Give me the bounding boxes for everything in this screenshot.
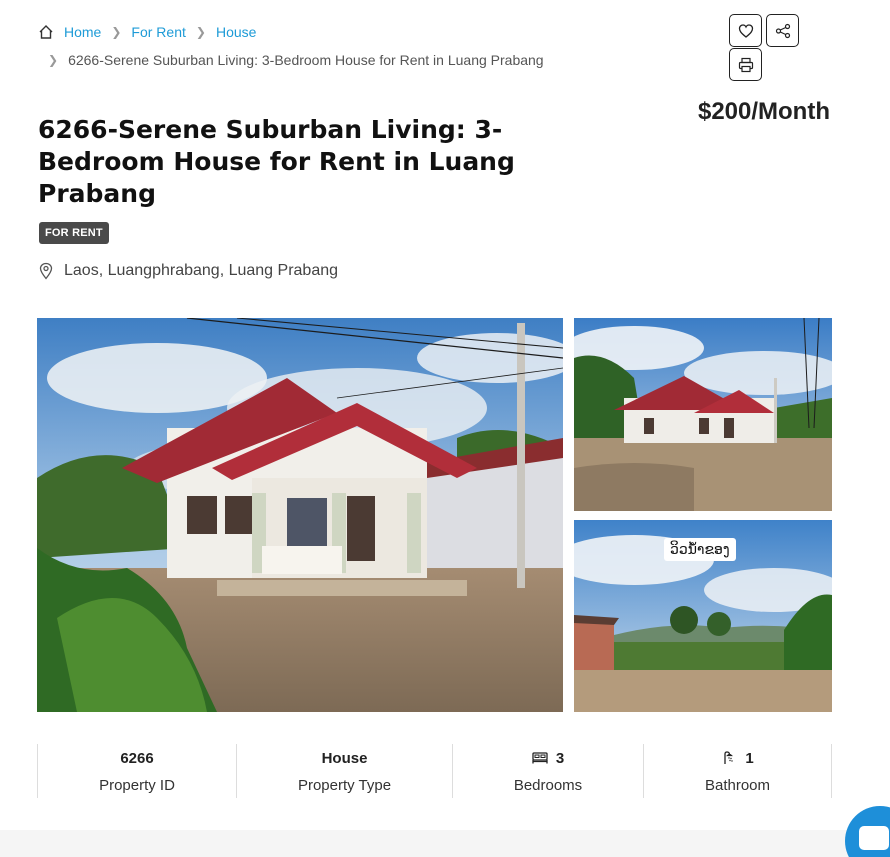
stat-property-id: 6266 Property ID (37, 744, 236, 798)
stat-property-type: House Property Type (236, 744, 452, 798)
breadcrumb-house-link[interactable]: House (216, 24, 256, 40)
map-pin-icon (39, 262, 53, 280)
share-icon (775, 23, 790, 38)
bed-icon (532, 752, 548, 764)
stat-value: House (321, 749, 368, 767)
chat-widget-button[interactable] (845, 806, 890, 857)
property-stats: 6266 Property ID House Property Type 3 B… (37, 744, 832, 798)
home-icon[interactable] (38, 24, 54, 40)
shower-icon (724, 751, 734, 764)
breadcrumb: Home ❯ For Rent ❯ House (38, 24, 256, 40)
breadcrumb-current-label: 6266-Serene Suburban Living: 3-Bedroom H… (68, 52, 544, 68)
print-button[interactable] (729, 48, 762, 81)
listing-price: $200/Month (697, 98, 830, 125)
favorite-button[interactable] (729, 14, 762, 47)
house-photo-image (37, 318, 563, 712)
status-badge[interactable]: FOR RENT (39, 222, 109, 244)
stat-label: Bedrooms (513, 777, 583, 794)
location-text: Laos, Luangphrabang, Luang Prabang (64, 262, 339, 279)
listing-location: Laos, Luangphrabang, Luang Prabang (38, 262, 338, 280)
chevron-right-icon: ❯ (111, 25, 122, 39)
gallery-photo-3[interactable]: ວິວນ້ຳຂອງ (574, 520, 832, 712)
stat-value-wrap: 3 (532, 749, 564, 767)
page-title: 6266-Serene Suburban Living: 3-Bedroom H… (38, 115, 515, 208)
gallery-main-photo[interactable] (37, 318, 563, 712)
chat-icon (859, 826, 889, 850)
gallery-photo-2[interactable] (574, 318, 832, 511)
stat-bathroom: 1 Bathroom (643, 744, 832, 798)
chevron-right-icon: ❯ (48, 53, 59, 67)
print-icon (738, 57, 753, 72)
heart-icon (738, 23, 753, 38)
stat-value-wrap: 1 (721, 749, 754, 767)
breadcrumb-current: ❯ 6266-Serene Suburban Living: 3-Bedroom… (48, 52, 544, 68)
stat-value: 1 (745, 749, 754, 767)
photo-caption: ວິວນ້ຳຂອງ (664, 538, 736, 561)
stat-label: Property ID (99, 777, 175, 794)
stat-value: 3 (555, 749, 565, 767)
share-button[interactable] (766, 14, 799, 47)
stat-bedrooms: 3 Bedrooms (452, 744, 643, 798)
section-divider (0, 830, 890, 857)
breadcrumb-for-rent-link[interactable]: For Rent (131, 24, 185, 40)
stat-value: 6266 (120, 749, 154, 767)
house-side-photo-image (574, 318, 832, 511)
breadcrumb-home-link[interactable]: Home (64, 24, 101, 40)
chevron-right-icon: ❯ (195, 25, 206, 39)
stat-label: Bathroom (704, 777, 771, 794)
stat-label: Property Type (297, 777, 392, 794)
